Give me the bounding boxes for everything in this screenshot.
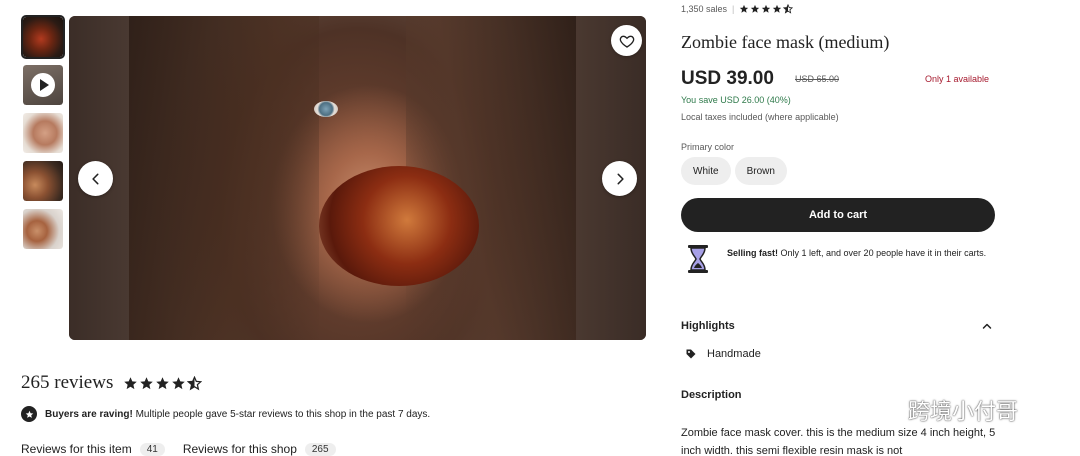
highlights-toggle[interactable]: Highlights (681, 320, 993, 332)
watermark: 跨境小付哥 (862, 394, 1018, 426)
review-tabs: Reviews for this item 41 Reviews for thi… (21, 442, 336, 456)
hourglass-icon (688, 245, 708, 273)
divider: | (732, 4, 735, 14)
product-title: Zombie face mask (medium) (681, 32, 890, 52)
thumbnail-3[interactable] (21, 111, 65, 155)
product-star-rating[interactable] (739, 4, 794, 14)
wechat-icon (863, 397, 901, 423)
add-to-cart-button[interactable]: Add to cart (681, 198, 995, 232)
previous-image-button[interactable] (78, 161, 113, 196)
reviews-count: 265 reviews (21, 372, 114, 393)
thumbnail-1[interactable] (21, 15, 65, 59)
color-label: Primary color (681, 142, 735, 152)
raving-text: Multiple people gave 5-star reviews to t… (132, 408, 431, 420)
availability-status: Only 1 available (925, 74, 990, 84)
sales-count: 1,350 sales (681, 4, 728, 14)
sales-summary: 1,350 sales | (681, 4, 794, 14)
taxes-note: Local taxes included (where applicable) (681, 112, 839, 122)
reviews-header: 265 reviews (21, 372, 203, 394)
thumbnail-4[interactable] (21, 159, 65, 203)
color-option-brown[interactable]: Brown (734, 157, 787, 185)
buyers-raving-notice: Buyers are raving! Multiple people gave … (21, 406, 430, 422)
highlight-label: Handmade (707, 348, 761, 360)
thumbnail-strip (21, 15, 65, 255)
chevron-up-icon (982, 323, 992, 329)
star-icon (124, 376, 138, 389)
star-icon (751, 4, 760, 13)
heart-icon (619, 35, 634, 48)
highlight-handmade: Handmade (685, 348, 761, 360)
tab-reviews-item[interactable]: Reviews for this item 41 (21, 442, 165, 456)
current-price: USD 39.00 (681, 68, 774, 89)
tab-label: Reviews for this item (21, 442, 132, 456)
star-icon (740, 4, 749, 13)
reviews-star-rating (123, 375, 203, 391)
tab-reviews-shop[interactable]: Reviews for this shop 265 (183, 442, 336, 456)
original-price: USD 65.00 (795, 74, 840, 84)
chevron-right-icon (616, 173, 624, 184)
tab-label: Reviews for this shop (182, 442, 297, 456)
thumbnail-5[interactable] (21, 207, 65, 251)
star-badge-icon (21, 406, 37, 422)
half-star-icon (187, 375, 203, 390)
star-icon (762, 4, 771, 13)
star-icon (172, 376, 186, 389)
next-image-button[interactable] (602, 161, 637, 196)
description-text: Zombie face mask cover. this is the medi… (681, 427, 996, 456)
tag-icon (686, 349, 696, 359)
color-options: White Brown (681, 157, 787, 185)
color-option-white[interactable]: White (681, 157, 731, 185)
selling-fast-bold: Selling fast! (727, 248, 779, 258)
thumbnail-video[interactable] (21, 63, 65, 107)
tab-count-badge: 265 (304, 442, 336, 456)
savings-text: You save USD 26.00 (40%) (681, 95, 791, 105)
highlights-heading: Highlights (681, 320, 735, 332)
star-icon (140, 376, 154, 389)
star-icon (773, 4, 782, 13)
chevron-left-icon (91, 173, 99, 184)
raving-bold: Buyers are raving! (45, 408, 133, 420)
selling-fast-text: Only 1 left, and over 20 people have it … (778, 248, 987, 258)
favorite-button[interactable] (611, 25, 642, 56)
watermark-text: 跨境小付哥 (908, 399, 1019, 424)
main-product-image[interactable] (69, 16, 646, 340)
half-star-icon (783, 4, 794, 14)
play-icon (31, 73, 55, 97)
tab-count-badge: 41 (139, 442, 165, 456)
selling-fast-notice: Selling fast! Only 1 left, and over 20 p… (685, 244, 995, 274)
star-icon (156, 376, 170, 389)
description-heading: Description (681, 389, 742, 401)
